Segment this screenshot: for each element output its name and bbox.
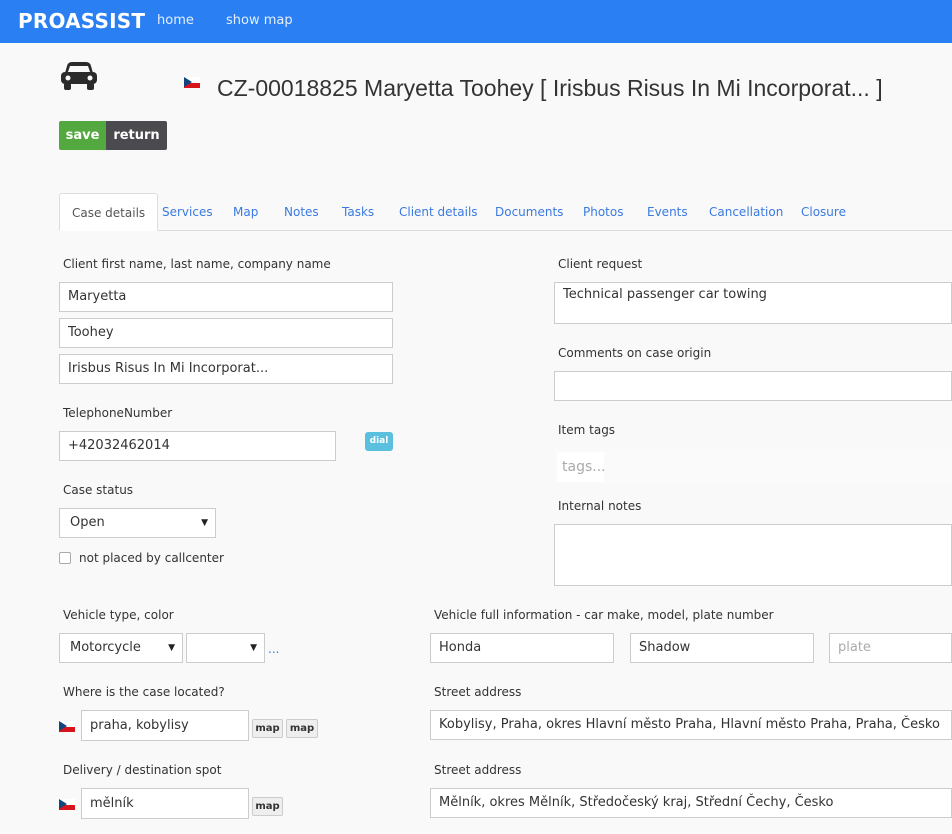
- last-name-input[interactable]: Toohey: [59, 318, 393, 348]
- destination-label: Delivery / destination spot: [63, 763, 222, 777]
- destination-map-button[interactable]: map: [252, 797, 283, 816]
- case-status-select[interactable]: Open ▼: [59, 508, 216, 538]
- czech-flag-icon: [59, 721, 75, 732]
- tab-services[interactable]: Services: [162, 193, 213, 231]
- vehicle-model-input[interactable]: Shadow: [630, 633, 814, 663]
- tags-container[interactable]: [554, 448, 952, 484]
- tab-notes[interactable]: Notes: [284, 193, 319, 231]
- czech-flag-icon: [184, 77, 200, 88]
- brand-logo[interactable]: PROASSIST: [18, 9, 145, 33]
- vehicle-plate-input[interactable]: plate: [829, 633, 952, 663]
- tags-input[interactable]: tags...: [557, 452, 606, 482]
- comments-label: Comments on case origin: [558, 346, 712, 360]
- callcenter-checkbox[interactable]: [59, 552, 71, 564]
- destination-street-input[interactable]: Mělník, okres Mělník, Středočeský kraj, …: [430, 788, 952, 818]
- location-map-button[interactable]: map: [252, 719, 283, 738]
- vehicle-more-link[interactable]: ...: [268, 642, 279, 656]
- page-title: CZ-00018825 Maryetta Toohey [ Irisbus Ri…: [217, 75, 883, 101]
- location-map-button-2[interactable]: map: [286, 719, 318, 738]
- save-button[interactable]: save: [59, 121, 106, 150]
- return-button[interactable]: return: [106, 121, 167, 150]
- tab-photos[interactable]: Photos: [583, 193, 623, 231]
- chevron-down-icon: ▼: [168, 643, 175, 653]
- tab-documents[interactable]: Documents: [495, 193, 563, 231]
- client-name-label: Client first name, last name, company na…: [63, 257, 331, 271]
- vehicle-type-value: Motorcycle: [70, 640, 141, 655]
- tab-cancellation[interactable]: Cancellation: [709, 193, 783, 231]
- client-request-label: Client request: [558, 257, 643, 271]
- internal-notes-label: Internal notes: [558, 499, 642, 513]
- vehicle-color-select[interactable]: ▼: [186, 633, 265, 663]
- location-input[interactable]: praha, kobylisy: [81, 710, 249, 741]
- item-tags-label: Item tags: [558, 423, 616, 437]
- comments-textarea[interactable]: [554, 371, 952, 401]
- tab-case-details[interactable]: Case details: [59, 193, 159, 231]
- dial-button[interactable]: dial: [365, 432, 393, 451]
- tab-client-details[interactable]: Client details: [399, 193, 478, 231]
- location-street-input[interactable]: Kobylisy, Praha, okres Hlavní město Prah…: [430, 710, 952, 740]
- tab-events[interactable]: Events: [647, 193, 688, 231]
- destination-street-label: Street address: [434, 763, 522, 777]
- phone-label: TelephoneNumber: [63, 406, 173, 420]
- top-navbar: PROASSIST home show map: [0, 0, 952, 43]
- vehicle-type-label: Vehicle type, color: [63, 608, 174, 622]
- vehicle-type-select[interactable]: Motorcycle ▼: [59, 633, 183, 663]
- callcenter-checkbox-label: not placed by callcenter: [79, 551, 224, 565]
- tab-map[interactable]: Map: [233, 193, 258, 231]
- case-status-label: Case status: [63, 483, 134, 497]
- tab-closure[interactable]: Closure: [801, 193, 846, 231]
- vehicle-make-input[interactable]: Honda: [430, 633, 614, 663]
- czech-flag-icon: [59, 799, 75, 810]
- client-request-textarea[interactable]: Technical passenger car towing: [554, 282, 952, 324]
- tab-tasks[interactable]: Tasks: [342, 193, 374, 231]
- destination-input[interactable]: mělník: [81, 788, 249, 819]
- internal-notes-textarea[interactable]: [554, 524, 952, 586]
- nav-show-map-link[interactable]: show map: [226, 13, 293, 28]
- first-name-input[interactable]: Maryetta: [59, 282, 393, 312]
- nav-home-link[interactable]: home: [157, 13, 194, 28]
- case-status-value: Open: [70, 515, 105, 530]
- car-icon: [59, 60, 99, 95]
- location-label: Where is the case located?: [63, 685, 225, 699]
- vehicle-full-label: Vehicle full information - car make, mod…: [434, 608, 774, 622]
- phone-input[interactable]: +42032462014: [59, 431, 336, 461]
- company-input[interactable]: Irisbus Risus In Mi Incorporat...: [59, 354, 393, 384]
- chevron-down-icon: ▼: [201, 518, 208, 528]
- location-street-label: Street address: [434, 685, 522, 699]
- chevron-down-icon: ▼: [250, 643, 257, 653]
